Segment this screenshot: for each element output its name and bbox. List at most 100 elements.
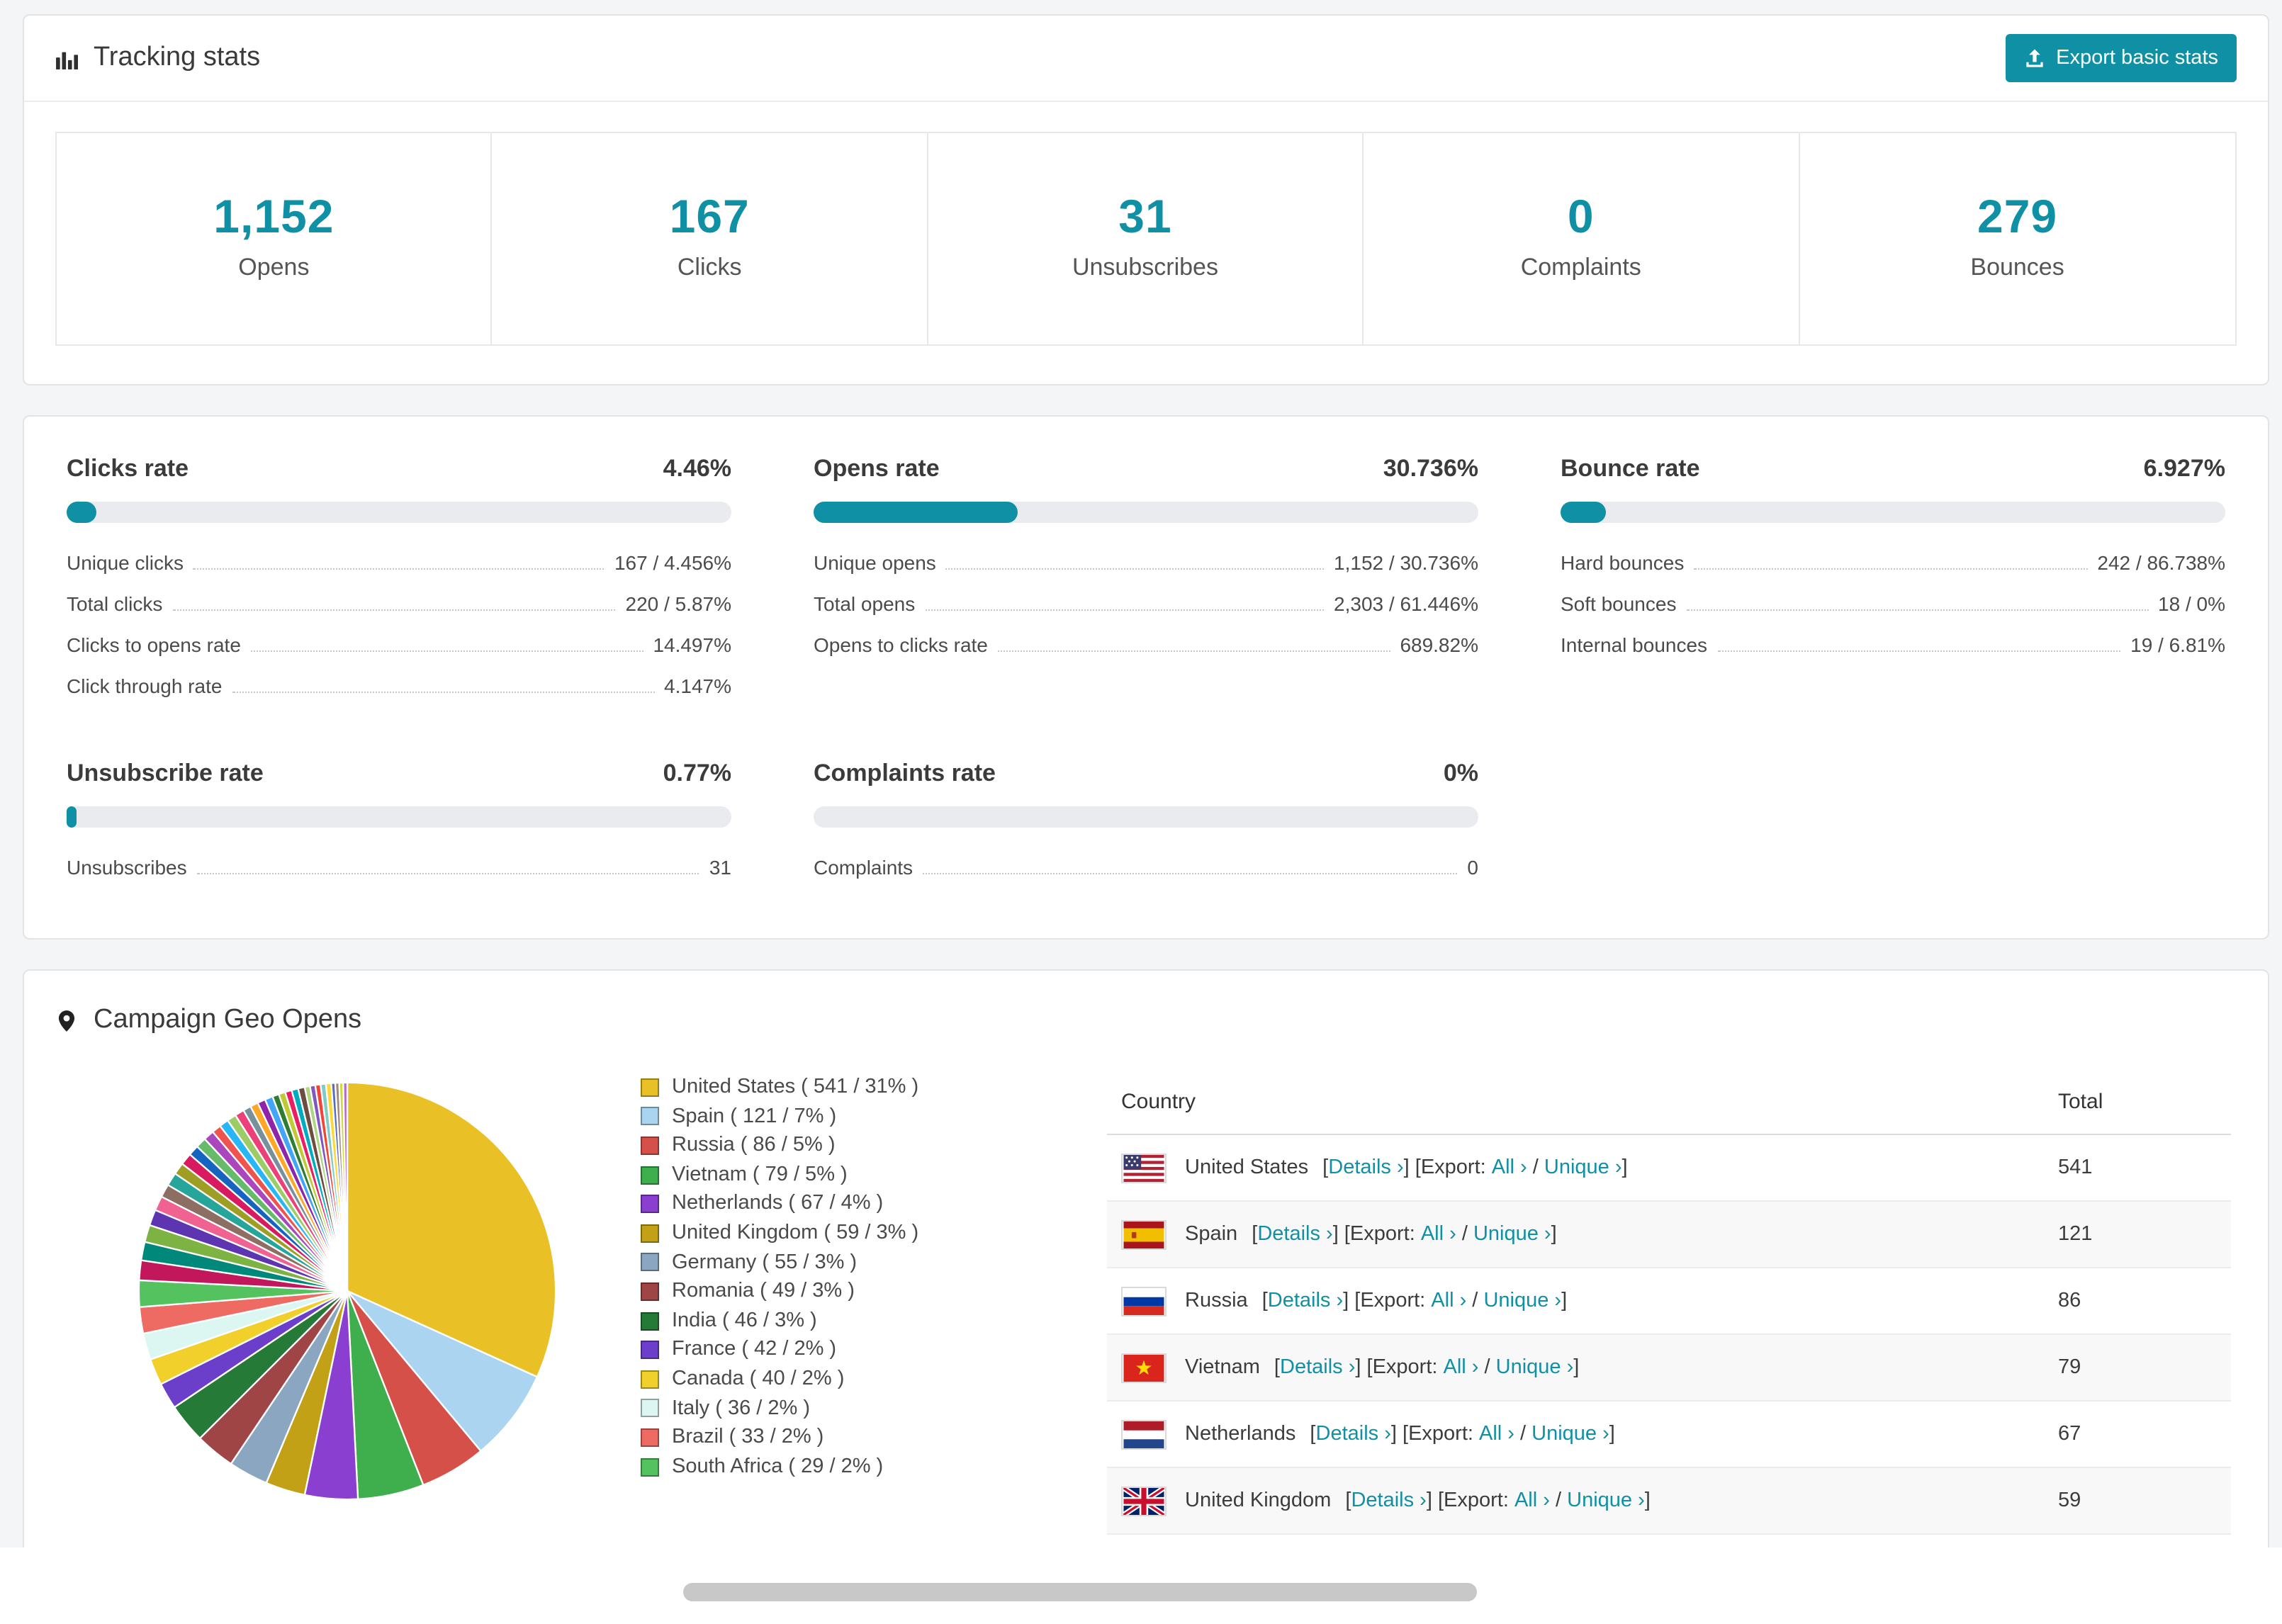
geo-header: Campaign Geo Opens: [24, 971, 2268, 1050]
stat-row-label: Internal bounces: [1561, 633, 1708, 655]
stat-row-label: Unsubscribes: [67, 855, 187, 878]
export-all-link[interactable]: All ›: [1479, 1423, 1514, 1445]
geo-table-header-row: Country Total: [1107, 1067, 2231, 1135]
legend-item: Italy ( 36 / 2% ): [641, 1394, 1073, 1423]
legend-label: South Africa ( 29 / 2% ): [672, 1455, 884, 1478]
legend-label: Russia ( 86 / 5% ): [672, 1134, 836, 1157]
stat-row-label: Unique opens: [814, 551, 936, 573]
legend-swatch: [641, 1195, 659, 1214]
stat-row-value: 19 / 6.81%: [2130, 633, 2225, 655]
country-total: 79: [2058, 1356, 2081, 1379]
rate-opens-rate: Opens rate 30.736% Unique opens 1,152 / 30.…: [814, 455, 1478, 706]
legend-label: Italy ( 36 / 2% ): [672, 1397, 811, 1420]
stat-row-value: 18 / 0%: [2158, 592, 2225, 614]
legend-label: Germany ( 55 / 3% ): [672, 1251, 858, 1274]
dotted-leader: [1694, 568, 2088, 569]
details-link[interactable]: Details ›: [1328, 1156, 1403, 1179]
es-flag-icon: [1121, 1219, 1167, 1249]
progress-bar: [1561, 502, 2225, 523]
stat-row-label: Soft bounces: [1561, 592, 1677, 614]
legend-label: United States ( 541 / 31% ): [672, 1076, 919, 1098]
export-unique-link[interactable]: Unique ›: [1531, 1423, 1609, 1445]
stat-row-value: 689.82%: [1400, 633, 1478, 655]
geo-pie-chart: [137, 1081, 557, 1501]
progress-bar: [814, 806, 1478, 828]
stat-label: Bounces: [1970, 254, 2064, 281]
stat-row-value: 0: [1467, 855, 1478, 878]
stat-value: 0: [1567, 190, 1595, 242]
progress-fill: [67, 806, 77, 828]
legend-swatch: [641, 1136, 659, 1155]
rate-unsubscribe-rate: Unsubscribe rate 0.77% Unsubscribes 31: [67, 760, 731, 887]
export-all-link[interactable]: All ›: [1444, 1356, 1479, 1379]
country-name: United States: [1185, 1156, 1309, 1179]
country-total: 121: [2058, 1223, 2093, 1246]
stat-value: 1,152: [213, 190, 335, 242]
details-link[interactable]: Details ›: [1257, 1223, 1332, 1246]
table-row: Russia [Details ›] [Export: All › / Uniq…: [1107, 1268, 2231, 1334]
dotted-leader: [1686, 609, 2149, 610]
stat-label: Complaints: [1520, 254, 1641, 281]
export-unique-link[interactable]: Unique ›: [1473, 1223, 1551, 1246]
legend-swatch: [641, 1253, 659, 1272]
stat-row: Total opens 2,303 / 61.446%: [814, 582, 1478, 624]
stat-complaints: 0 Complaints: [1364, 133, 1800, 344]
export-all-link[interactable]: All ›: [1431, 1290, 1466, 1312]
export-unique-link[interactable]: Unique ›: [1496, 1356, 1574, 1379]
details-link[interactable]: Details ›: [1280, 1356, 1355, 1379]
export-all-link[interactable]: All ›: [1421, 1223, 1456, 1246]
legend-item: United States ( 541 / 31% ): [641, 1073, 1073, 1102]
stat-label: Clicks: [677, 254, 742, 281]
rate-value: 6.927%: [2143, 455, 2225, 482]
map-pin-icon: [55, 1005, 78, 1035]
rate-value: 0%: [1443, 760, 1478, 786]
dotted-leader: [1717, 650, 2121, 651]
stat-row-value: 220 / 5.87%: [625, 592, 731, 614]
legend-label: Spain ( 121 / 7% ): [672, 1105, 837, 1128]
legend-label: United Kingdom ( 59 / 3% ): [672, 1221, 919, 1244]
stat-row: Complaints 0: [814, 846, 1478, 887]
geo-table: Country Total United States [Details ›] …: [1107, 1067, 2231, 1601]
legend-item: Romania ( 49 / 3% ): [641, 1277, 1073, 1306]
export-all-link[interactable]: All ›: [1492, 1156, 1527, 1179]
details-link[interactable]: Details ›: [1268, 1290, 1343, 1312]
details-link[interactable]: Details ›: [1316, 1423, 1391, 1445]
campaign-overview-page: Tracking stats Export basic stats 1,152 O…: [0, 0, 2282, 1624]
legend-item: United Kingdom ( 59 / 3% ): [641, 1219, 1073, 1248]
export-button-label: Export basic stats: [2056, 47, 2218, 69]
export-label: Export:: [1420, 1156, 1492, 1179]
stat-row-value: 4.147%: [664, 674, 731, 697]
table-row: Spain [Details ›] [Export: All › / Uniqu…: [1107, 1201, 2231, 1268]
progress-fill: [1561, 502, 1607, 523]
export-unique-link[interactable]: Unique ›: [1544, 1156, 1622, 1179]
legend-item: Canada ( 40 / 2% ): [641, 1365, 1073, 1394]
stat-row: Internal bounces 19 / 6.81%: [1561, 624, 2225, 665]
progress-fill: [814, 502, 1018, 523]
geo-pie-wrap: [135, 1078, 560, 1504]
stat-row-label: Opens to clicks rate: [814, 633, 988, 655]
export-unique-link[interactable]: Unique ›: [1483, 1290, 1561, 1312]
details-link[interactable]: Details ›: [1351, 1489, 1426, 1512]
rate-value: 4.46%: [663, 455, 731, 482]
horizontal-scrollbar-thumb[interactable]: [683, 1583, 1477, 1601]
stat-value: 167: [669, 190, 750, 242]
export-label: Export:: [1372, 1356, 1444, 1379]
progress-bar: [67, 502, 731, 523]
legend-item: Russia ( 86 / 5% ): [641, 1131, 1073, 1160]
dotted-leader: [945, 568, 1325, 569]
export-label: Export:: [1360, 1290, 1432, 1312]
stat-row-value: 31: [709, 855, 731, 878]
legend-swatch: [641, 1107, 659, 1126]
total-column-header: Total: [2044, 1067, 2231, 1135]
country-name: Vietnam: [1185, 1356, 1260, 1379]
export-unique-link[interactable]: Unique ›: [1567, 1489, 1645, 1512]
legend-label: France ( 42 / 2% ): [672, 1338, 837, 1361]
dotted-leader: [923, 872, 1458, 874]
country-column-header: Country: [1107, 1067, 2044, 1135]
stat-row: Soft bounces 18 / 0%: [1561, 582, 2225, 624]
export-basic-stats-button[interactable]: Export basic stats: [2005, 34, 2237, 82]
stat-row: Total clicks 220 / 5.87%: [67, 582, 731, 624]
legend-swatch: [641, 1166, 659, 1185]
campaign-geo-opens-card: Campaign Geo Opens United States ( 541 /…: [23, 969, 2269, 1603]
export-all-link[interactable]: All ›: [1514, 1489, 1550, 1512]
